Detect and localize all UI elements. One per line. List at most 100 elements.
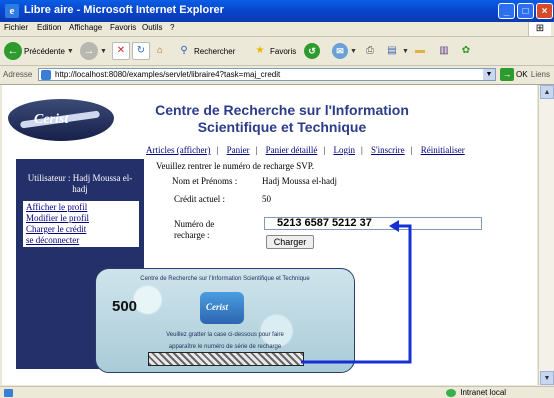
intranet-icon bbox=[446, 388, 456, 397]
recharge-label-1: Numéro de bbox=[174, 219, 215, 229]
back-label: Précédente bbox=[24, 46, 65, 56]
chevron-down-icon: ▼ bbox=[100, 47, 107, 55]
menu-bar: Fichier Edition Affichage Favoris Outils… bbox=[0, 22, 554, 37]
edit-icon: ▤ bbox=[387, 45, 397, 56]
name-value: Hadj Moussa el-hadj bbox=[262, 176, 337, 186]
sidebar-item-afficher-profil[interactable]: Afficher le profil bbox=[26, 202, 136, 213]
status-bar: Intranet local bbox=[0, 386, 554, 398]
menu-outils[interactable]: Outils bbox=[142, 23, 162, 32]
search-button[interactable]: ⚲ Rechercher bbox=[176, 40, 235, 62]
zone-label: Intranet local bbox=[460, 388, 507, 397]
window-title: Libre aire - Microsoft Internet Explorer bbox=[24, 4, 224, 16]
windows-logo-icon: ⊞ bbox=[528, 22, 551, 36]
favorites-label: Favoris bbox=[270, 46, 297, 56]
messenger-button[interactable]: ✿ bbox=[458, 40, 474, 62]
messenger-icon: ✿ bbox=[461, 45, 471, 56]
credit-label: Crédit actuel : bbox=[174, 194, 225, 204]
sidebar-item-modifier-profil[interactable]: Modifier le profil bbox=[26, 213, 136, 224]
scroll-down-icon[interactable]: ▼ bbox=[540, 371, 554, 385]
site-title-line1: Centre de Recherche sur l'Information bbox=[155, 102, 409, 118]
logo-text: Cerist bbox=[34, 112, 69, 127]
nav-inscrire[interactable]: S'inscrire bbox=[371, 145, 405, 155]
chevron-down-icon[interactable]: ▼ bbox=[483, 69, 495, 80]
history-button[interactable]: ↺ bbox=[304, 40, 320, 62]
maximize-button[interactable]: □ bbox=[517, 3, 534, 19]
menu-favoris[interactable]: Favoris bbox=[110, 23, 136, 32]
go-label: OK bbox=[516, 70, 528, 79]
edit-button[interactable]: ▤ ▼ bbox=[384, 40, 409, 62]
search-icon: ⚲ bbox=[180, 45, 188, 56]
menu-help[interactable]: ? bbox=[170, 23, 174, 32]
card-logo-text: Cerist bbox=[206, 302, 229, 312]
card-amount: 500 bbox=[112, 298, 138, 315]
print-button[interactable]: ⎙ bbox=[362, 40, 378, 62]
form-prompt: Veuillez rentrer le numéro de recharge S… bbox=[156, 161, 315, 171]
sidebar-user: Utilisateur : Hadj Moussa el-hadj bbox=[27, 173, 133, 194]
card-logo: Cerist bbox=[200, 292, 244, 324]
card-title: Centre de Recherche sur l'Information Sc… bbox=[140, 276, 310, 282]
star-icon: ★ bbox=[255, 45, 265, 56]
favorites-button[interactable]: ★ Favoris bbox=[252, 40, 297, 62]
scratch-area bbox=[148, 352, 304, 366]
stop-button[interactable]: ✕ bbox=[112, 40, 130, 62]
sidebar-item-deconnecter[interactable]: se déconnecter bbox=[26, 235, 136, 246]
nav-panier[interactable]: Panier bbox=[227, 145, 250, 155]
nav-login[interactable]: Login bbox=[333, 145, 355, 155]
page-content: Cerist Centre de Recherche sur l'Informa… bbox=[2, 85, 537, 385]
mail-button[interactable]: ✉ ▼ bbox=[332, 40, 357, 62]
folder-button[interactable]: ▬ bbox=[412, 40, 428, 62]
refresh-button[interactable]: ↻ bbox=[132, 40, 150, 62]
site-title: Centre de Recherche sur l'Information Sc… bbox=[132, 102, 432, 136]
menu-fichier[interactable]: Fichier bbox=[4, 23, 28, 32]
nav-panier-detaille[interactable]: Panier détaillé bbox=[266, 145, 318, 155]
history-icon: ↺ bbox=[304, 43, 320, 59]
research-icon: ▥ bbox=[439, 45, 449, 56]
refresh-icon: ↻ bbox=[132, 42, 150, 60]
page-icon bbox=[4, 389, 13, 397]
research-button[interactable]: ▥ bbox=[436, 40, 452, 62]
nav-articles[interactable]: Articles (afficher) bbox=[146, 145, 211, 155]
stop-icon: ✕ bbox=[112, 42, 130, 60]
print-icon: ⎙ bbox=[366, 45, 374, 56]
back-arrow-icon: ← bbox=[4, 42, 22, 60]
scroll-up-icon[interactable]: ▲ bbox=[540, 85, 554, 99]
credit-value: 50 bbox=[262, 194, 271, 204]
top-nav: Articles (afficher) | Panier | Panier déta… bbox=[146, 145, 465, 155]
menu-edition[interactable]: Edition bbox=[37, 23, 61, 32]
home-button[interactable]: ⌂ bbox=[152, 40, 168, 62]
charger-button[interactable]: Charger bbox=[266, 235, 314, 249]
folder-icon: ▬ bbox=[415, 45, 425, 56]
search-label: Rechercher bbox=[194, 46, 236, 56]
security-zone: Intranet local bbox=[446, 388, 506, 397]
vertical-scrollbar[interactable]: ▲ ▼ bbox=[538, 85, 554, 385]
toolbar: ← Précédente ▼ → ▼ ✕ ↻ ⌂ ⚲ Rechercher ★ … bbox=[0, 37, 554, 66]
links-label[interactable]: Liens bbox=[531, 70, 550, 79]
go-button[interactable]: → OK bbox=[500, 68, 528, 81]
address-bar: Adresse http://localhost:8080/examples/s… bbox=[0, 66, 554, 85]
chevron-down-icon: ▼ bbox=[402, 47, 409, 55]
ie-icon: e bbox=[5, 4, 19, 18]
home-icon: ⌂ bbox=[156, 45, 164, 56]
menu-affichage[interactable]: Affichage bbox=[69, 23, 102, 32]
forward-button[interactable]: → ▼ bbox=[80, 40, 107, 62]
close-button[interactable]: × bbox=[536, 3, 553, 19]
cerist-logo: Cerist bbox=[8, 99, 114, 141]
go-arrow-icon: → bbox=[500, 68, 514, 81]
title-bar[interactable]: e Libre aire - Microsoft Internet Explor… bbox=[0, 0, 554, 22]
nav-reinitialiser[interactable]: Réinitialiser bbox=[421, 145, 465, 155]
scratch-card: Centre de Recherche sur l'Information Sc… bbox=[95, 268, 355, 373]
minimize-button[interactable]: _ bbox=[498, 3, 515, 19]
address-input[interactable]: http://localhost:8080/examples/servlet/l… bbox=[38, 68, 496, 81]
site-title-line2: Scientifique et Technique bbox=[197, 119, 367, 135]
address-url[interactable]: http://localhost:8080/examples/servlet/l… bbox=[55, 70, 280, 79]
page-icon bbox=[41, 70, 51, 80]
back-button[interactable]: ← Précédente ▼ bbox=[4, 40, 74, 62]
recharge-number-input[interactable]: 5213 6587 5212 37 bbox=[264, 217, 482, 230]
chevron-down-icon: ▼ bbox=[350, 47, 357, 55]
forward-arrow-icon: → bbox=[80, 42, 98, 60]
sidebar-item-charger-credit[interactable]: Charger le crédit bbox=[26, 224, 136, 235]
card-instructions: Veuillez gratter la case ci-dessous pour… bbox=[96, 329, 354, 353]
mail-icon: ✉ bbox=[332, 43, 348, 59]
address-label: Adresse bbox=[3, 70, 33, 79]
chevron-down-icon: ▼ bbox=[66, 47, 74, 55]
